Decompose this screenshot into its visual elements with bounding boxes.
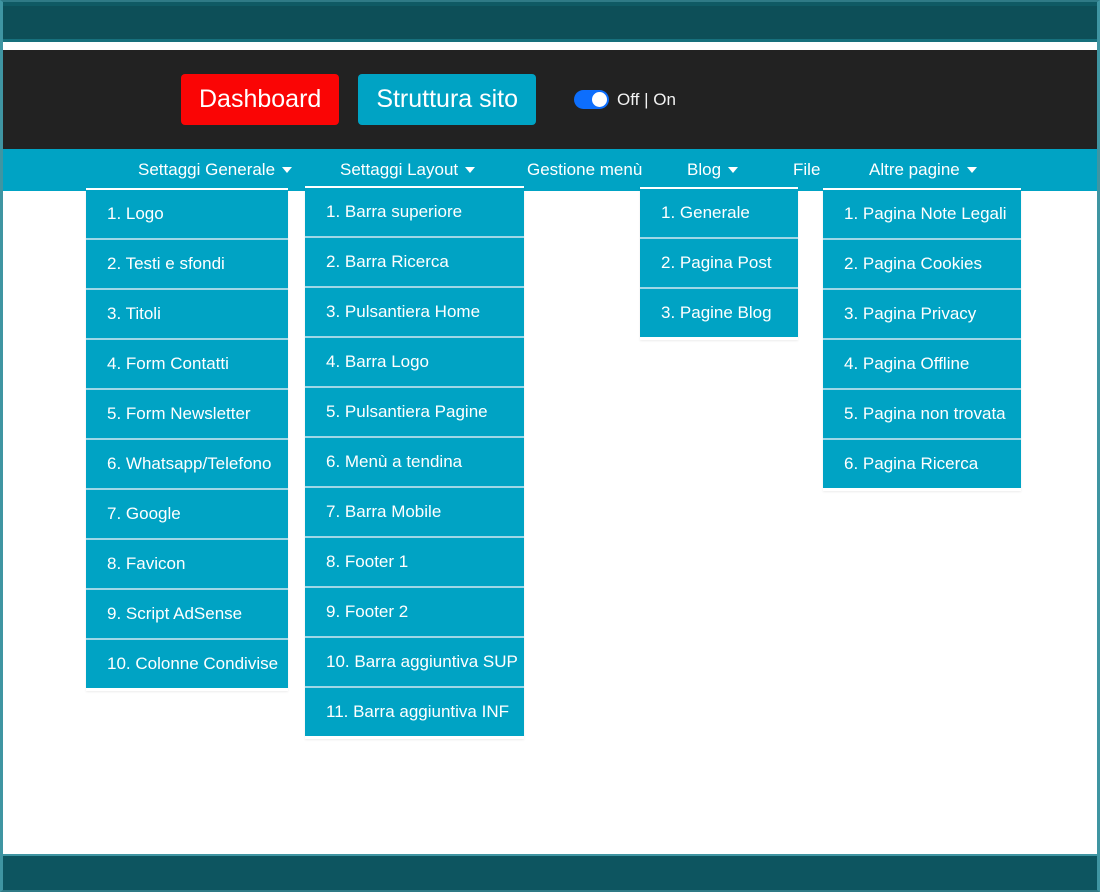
main-navbar: Settaggi Generale Settaggi Layout Gestione… xyxy=(3,149,1097,191)
menu-item[interactable]: 1. Pagina Note Legali xyxy=(823,190,1021,240)
nav-item-label: Settaggi Generale xyxy=(138,160,276,179)
offon-toggle-group[interactable]: Off | On xyxy=(574,90,676,110)
top-white-gap xyxy=(3,42,1097,50)
nav-item-label: Gestione menù xyxy=(527,160,643,179)
nav-item-settaggi-layout[interactable]: Settaggi Layout xyxy=(340,160,476,180)
toggle-knob-icon xyxy=(592,92,608,107)
dropdown-blog[interactable]: 1. Generale 2. Pagina Post 3. Pagine Blog xyxy=(640,187,798,340)
bottom-teal-strip xyxy=(3,854,1097,890)
menu-item[interactable]: 11. Barra aggiuntiva INF xyxy=(305,688,524,739)
menu-item[interactable]: 10. Colonne Condivise xyxy=(86,640,288,691)
dashboard-button[interactable]: Dashboard xyxy=(181,74,340,125)
nav-item-altre-pagine[interactable]: Altre pagine xyxy=(869,160,977,180)
menu-item[interactable]: 3. Titoli xyxy=(86,290,288,340)
menu-item[interactable]: 1. Logo xyxy=(86,190,288,240)
menu-item[interactable]: 6. Menù a tendina xyxy=(305,438,524,488)
menu-item[interactable]: 3. Pagina Privacy xyxy=(823,290,1021,340)
menu-item[interactable]: 5. Pagina non trovata xyxy=(823,390,1021,440)
nav-item-label: File xyxy=(793,160,821,179)
offon-toggle-switch[interactable] xyxy=(574,90,610,109)
menu-item[interactable]: 4. Pagina Offline xyxy=(823,340,1021,390)
struttura-sito-button[interactable]: Struttura sito xyxy=(358,74,537,125)
nav-item-blog[interactable]: Blog xyxy=(687,160,739,180)
nav-item-label: Blog xyxy=(687,160,722,179)
menu-item[interactable]: 9. Footer 2 xyxy=(305,588,524,638)
menu-item[interactable]: 8. Footer 1 xyxy=(305,538,524,588)
menu-item[interactable]: 8. Favicon xyxy=(86,540,288,590)
menu-item[interactable]: 4. Form Contatti xyxy=(86,340,288,390)
app-window: Dashboard Struttura sito Off | On Settag… xyxy=(0,0,1100,892)
menu-item[interactable]: 4. Barra Logo xyxy=(305,338,524,388)
nav-item-file[interactable]: File xyxy=(793,160,820,180)
dropdown-settaggi-layout[interactable]: 1. Barra superiore 2. Barra Ricerca 3. Pul… xyxy=(305,186,524,739)
menu-item[interactable]: 5. Pulsantiera Pagine xyxy=(305,388,524,438)
menu-item[interactable]: 7. Barra Mobile xyxy=(305,488,524,538)
top-teal-strip xyxy=(3,2,1097,42)
chevron-down-icon xyxy=(282,167,293,173)
chevron-down-icon xyxy=(966,167,977,173)
menu-item[interactable]: 3. Pagine Blog xyxy=(640,289,798,340)
dark-header-bar: Dashboard Struttura sito Off | On xyxy=(3,50,1097,149)
chevron-down-icon xyxy=(465,167,476,173)
chevron-down-icon xyxy=(728,167,739,173)
menu-item[interactable]: 2. Pagina Cookies xyxy=(823,240,1021,290)
nav-item-settaggi-generale[interactable]: Settaggi Generale xyxy=(138,160,293,180)
menu-item[interactable]: 7. Google xyxy=(86,490,288,540)
nav-item-label: Altre pagine xyxy=(869,160,960,179)
menu-item[interactable]: 2. Pagina Post xyxy=(640,239,798,289)
menu-item[interactable]: 1. Barra superiore xyxy=(305,188,524,238)
menu-item[interactable]: 3. Pulsantiera Home xyxy=(305,288,524,338)
menu-item[interactable]: 2. Barra Ricerca xyxy=(305,238,524,288)
dropdown-altre-pagine[interactable]: 1. Pagina Note Legali 2. Pagina Cookies 3.… xyxy=(823,188,1021,491)
nav-item-label: Settaggi Layout xyxy=(340,160,459,179)
menu-item[interactable]: 5. Form Newsletter xyxy=(86,390,288,440)
menu-item[interactable]: 10. Barra aggiuntiva SUP xyxy=(305,638,524,688)
nav-item-gestione-men[interactable]: Gestione menù xyxy=(527,160,642,180)
dropdown-settaggi-generale[interactable]: 1. Logo 2. Testi e sfondi 3. Titoli 4. Form… xyxy=(86,188,288,691)
offon-toggle-label: Off | On xyxy=(617,89,676,109)
menu-item[interactable]: 2. Testi e sfondi xyxy=(86,240,288,290)
menu-item[interactable]: 6. Whatsapp/Telefono xyxy=(86,440,288,490)
menu-item[interactable]: 9. Script AdSense xyxy=(86,590,288,640)
menu-item[interactable]: 1. Generale xyxy=(640,189,798,239)
menu-item[interactable]: 6. Pagina Ricerca xyxy=(823,440,1021,491)
